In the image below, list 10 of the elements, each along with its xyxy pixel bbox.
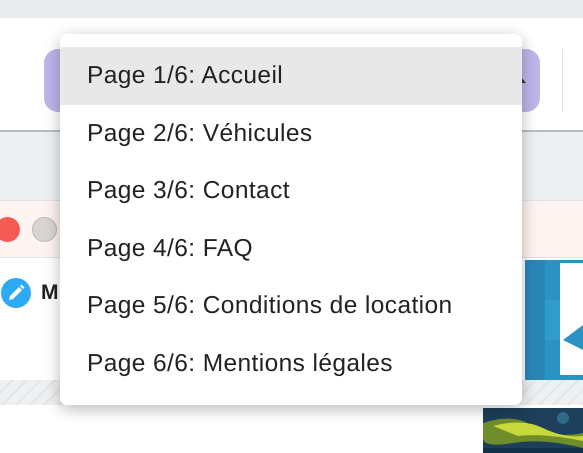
menu-item[interactable]: Page 6/6: Mentions légales xyxy=(60,334,522,393)
close-icon[interactable] xyxy=(0,216,20,242)
heading-text: M xyxy=(41,281,58,305)
menu-item[interactable]: Page 5/6: Conditions de location xyxy=(60,277,522,335)
menu-item[interactable]: Page 2/6: Véhicules xyxy=(60,104,522,162)
minimize-icon[interactable] xyxy=(32,216,57,242)
menu-item[interactable]: Page 3/6: Contact xyxy=(60,162,522,220)
pencil-icon[interactable] xyxy=(1,278,31,308)
menu-item[interactable]: Page 1/6: Accueil xyxy=(60,47,522,105)
menu-item[interactable]: Page 4/6: FAQ xyxy=(60,220,522,278)
